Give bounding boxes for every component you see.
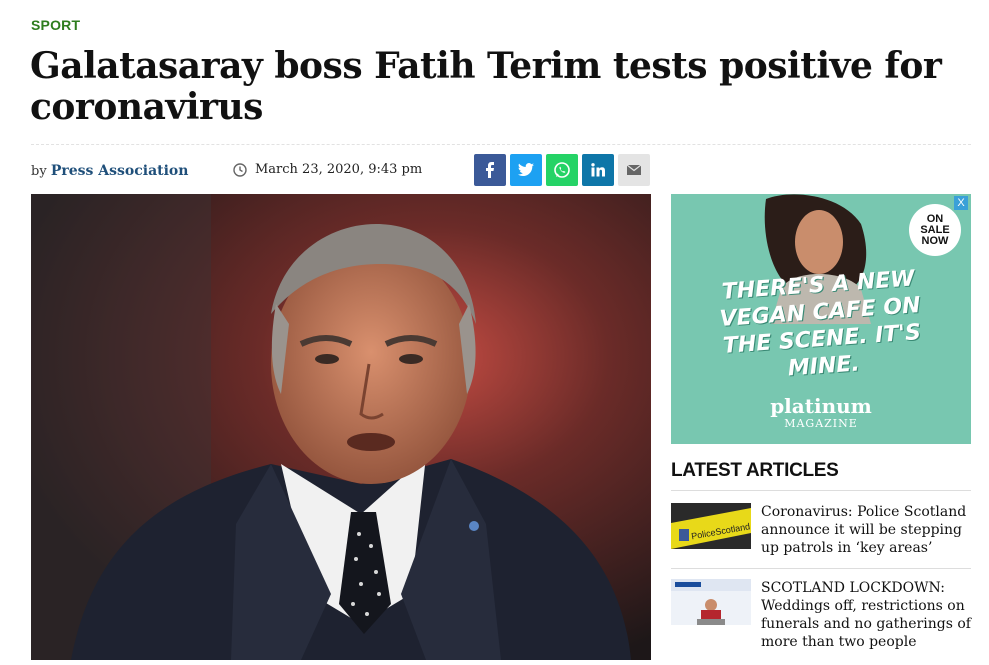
ad-brand-subtitle: MAGAZINE bbox=[784, 417, 858, 430]
twitter-icon bbox=[518, 163, 534, 176]
portrait-photo bbox=[31, 194, 651, 660]
email-icon bbox=[627, 165, 641, 175]
advertisement-banner[interactable]: X ON SALE NOW THERE'S A NEW VEGAN CAFE O… bbox=[671, 194, 971, 444]
article-thumbnail[interactable] bbox=[671, 579, 751, 625]
badge-line-2: SALE bbox=[920, 223, 950, 236]
latest-articles-heading: LATEST ARTICLES bbox=[671, 460, 839, 481]
article-thumbnail[interactable]: PoliceScotland bbox=[671, 503, 751, 549]
date-text: March 23, 2020, 9:43 pm bbox=[255, 162, 423, 177]
clock-icon bbox=[233, 162, 247, 177]
latest-article-item[interactable]: SCOTLAND LOCKDOWN: Weddings off, restric… bbox=[671, 579, 971, 651]
linkedin-share-button[interactable] bbox=[582, 154, 614, 186]
divider bbox=[671, 490, 971, 491]
ad-close-button[interactable]: X bbox=[954, 196, 968, 210]
on-sale-badge: ON SALE NOW bbox=[909, 204, 961, 256]
article-hero-image bbox=[31, 194, 651, 660]
linkedin-icon bbox=[591, 163, 605, 177]
latest-article-item[interactable]: PoliceScotland Coronavirus: Police Scotl… bbox=[671, 503, 971, 557]
whatsapp-icon bbox=[554, 162, 570, 178]
latest-article-title[interactable]: Coronavirus: Police Scotland announce it… bbox=[761, 503, 971, 557]
email-share-button[interactable] bbox=[618, 154, 650, 186]
facebook-share-button[interactable] bbox=[474, 154, 506, 186]
author-link[interactable]: Press Association bbox=[51, 163, 189, 179]
ad-brand-logo: platinum bbox=[770, 394, 872, 418]
facebook-icon bbox=[486, 162, 494, 178]
badge-line-1: ON bbox=[926, 212, 944, 225]
share-bar bbox=[474, 154, 650, 186]
byline-prefix: by bbox=[31, 164, 47, 179]
twitter-share-button[interactable] bbox=[510, 154, 542, 186]
whatsapp-share-button[interactable] bbox=[546, 154, 578, 186]
byline: by Press Association bbox=[31, 163, 188, 179]
badge-line-3: NOW bbox=[921, 234, 949, 247]
article-headline: Galatasaray boss Fatih Terim tests posit… bbox=[30, 45, 942, 128]
divider bbox=[31, 144, 971, 145]
latest-article-title[interactable]: SCOTLAND LOCKDOWN: Weddings off, restric… bbox=[761, 579, 971, 651]
ad-tagline: THERE'S A NEW VEGAN CAFE ON THE SCENE. I… bbox=[718, 266, 922, 382]
divider bbox=[671, 568, 971, 569]
publish-date: March 23, 2020, 9:43 pm bbox=[233, 162, 422, 177]
section-link-sport[interactable]: SPORT bbox=[31, 17, 80, 33]
